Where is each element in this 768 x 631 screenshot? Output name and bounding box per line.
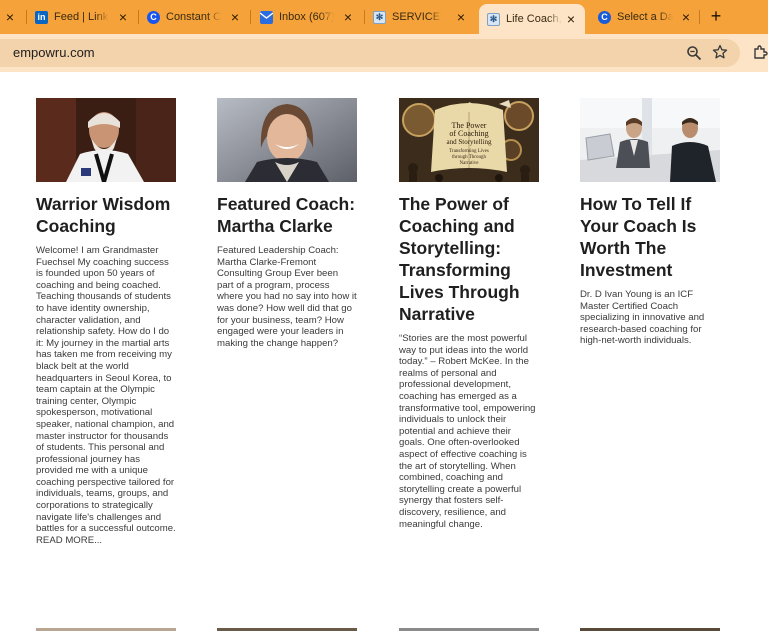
storytelling-illustration[interactable]: The Power of Coaching and Storytelling T…	[399, 98, 539, 182]
site-icon: ✻	[487, 12, 500, 26]
close-icon[interactable]: ×	[2, 6, 18, 28]
post-excerpt: Welcome! I am Grandmaster Fuechsel My co…	[36, 245, 176, 546]
tab-inbox[interactable]: Inbox (607) ×	[260, 6, 356, 28]
bookmark-star-icon[interactable]	[712, 44, 728, 60]
post-title[interactable]: Warrior Wisdom Coaching	[36, 193, 176, 237]
post-title[interactable]: How To Tell If Your Coach Is Worth The I…	[580, 193, 720, 281]
close-icon[interactable]: ×	[678, 6, 694, 28]
martha-clarke-portrait[interactable]	[217, 98, 357, 182]
image-caption: through Through	[452, 155, 486, 160]
new-tab-button[interactable]: +	[706, 6, 726, 28]
tab-title: Select a Date	[617, 11, 673, 23]
tab-strip: × in Feed | LinkedIn × C Constant Contac…	[0, 0, 768, 34]
close-icon[interactable]: ×	[453, 6, 469, 28]
post-card: The Power of Coaching and Storytelling T…	[399, 98, 539, 530]
image-caption: of Coaching	[449, 129, 488, 138]
post-card: Featured Coach: Martha Clarke Featured L…	[217, 98, 357, 349]
business-meeting-photo[interactable]	[580, 98, 720, 182]
post-title[interactable]: Featured Coach: Martha Clarke	[217, 193, 357, 237]
close-icon[interactable]: ×	[115, 6, 131, 28]
url-text[interactable]: empowru.com	[13, 45, 95, 60]
zoom-icon[interactable]	[686, 45, 702, 61]
post-card: Warrior Wisdom Coaching Welcome! I am Gr…	[36, 98, 176, 546]
tab-select-date[interactable]: C Select a Date ×	[598, 6, 694, 28]
mail-icon	[260, 10, 273, 24]
tab-title: SERVICES | Empowru	[392, 11, 442, 23]
post-excerpt: Dr. D Ivan Young is an ICF Master Certif…	[580, 289, 705, 347]
image-caption: and Storytelling	[447, 138, 492, 146]
post-excerpt: “Stories are the most powerful way to pu…	[399, 333, 536, 530]
tab-title: Constant Contact	[166, 11, 221, 23]
tab-separator	[699, 10, 700, 24]
tab-title: Feed | LinkedIn	[54, 11, 109, 23]
post-excerpt: Featured Leadership Coach: Martha Clarke…	[217, 245, 357, 349]
tab-separator	[250, 10, 251, 24]
image-caption: Transforming Lives	[449, 149, 489, 154]
close-icon[interactable]: ×	[340, 6, 356, 28]
close-icon[interactable]: ×	[563, 8, 579, 30]
browser-toolbar: empowru.com	[0, 34, 768, 72]
extensions-icon[interactable]	[752, 44, 768, 60]
tab-linkedin[interactable]: in Feed | LinkedIn ×	[35, 6, 131, 28]
tab-partial[interactable]: ×	[2, 6, 18, 28]
tab-constant-contact[interactable]: C Constant Contact ×	[147, 6, 243, 28]
martial-arts-master-photo[interactable]	[36, 98, 176, 182]
post-card: How To Tell If Your Coach Is Worth The I…	[580, 98, 720, 347]
constant-contact-icon: C	[147, 10, 160, 24]
tab-separator	[138, 10, 139, 24]
tab-services[interactable]: ✻ SERVICES | Empowru ×	[373, 6, 469, 28]
tab-title: Inbox (607)	[279, 11, 334, 23]
post-title[interactable]: The Power of Coaching and Storytelling: …	[399, 193, 539, 325]
calendar-app-icon: C	[598, 10, 611, 24]
image-caption: Narrative	[460, 161, 480, 166]
site-icon: ✻	[373, 10, 386, 24]
tab-life-coach[interactable]: ✻ Life Coach, Empowru ×	[479, 4, 585, 34]
linkedin-icon: in	[35, 10, 48, 24]
close-icon[interactable]: ×	[227, 6, 243, 28]
tab-separator	[364, 10, 365, 24]
tab-title: Life Coach, Empowru	[506, 13, 562, 25]
address-bar[interactable]	[0, 39, 740, 67]
tab-separator	[26, 10, 27, 24]
